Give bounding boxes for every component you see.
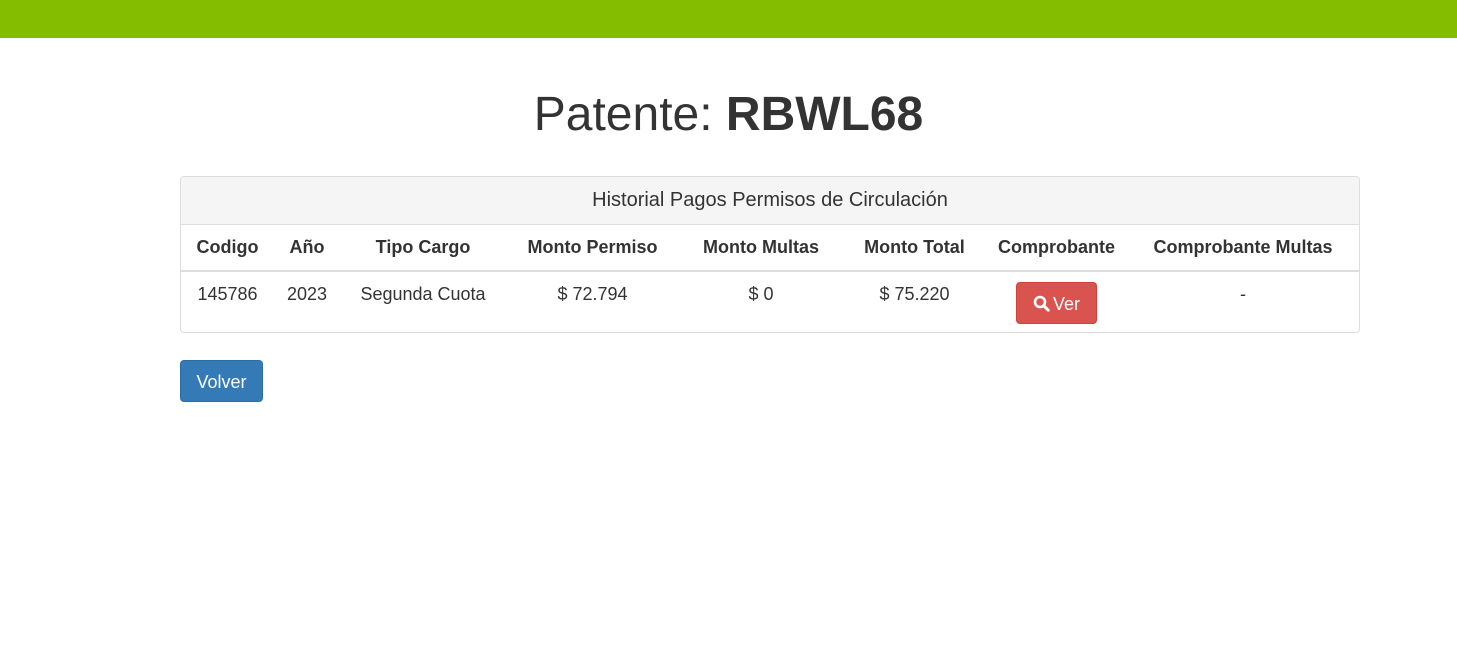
cell-tipo-cargo: Segunda Cuota: [360, 284, 486, 304]
page-title: Patente: RBWL68: [0, 84, 1457, 146]
table-row: 145786 2023 Segunda Cuota $ 72.794 $ 0 $…: [181, 271, 1359, 332]
cell-codigo: 145786: [197, 284, 258, 304]
column-header-comprobante-multas: Comprobante Multas: [1127, 225, 1359, 272]
ver-comprobante-button[interactable]: Ver: [1016, 282, 1097, 324]
column-header-monto-total: Monto Total: [843, 225, 986, 272]
column-header-anio: Año: [274, 225, 340, 272]
column-header-codigo: Codigo: [181, 225, 274, 272]
panel-heading: Historial Pagos Permisos de Circulación: [181, 177, 1359, 225]
column-header-monto-permiso: Monto Permiso: [506, 225, 679, 272]
column-header-comprobante: Comprobante: [986, 225, 1127, 272]
top-header-bar: [0, 0, 1457, 38]
payment-history-table: Codigo Año Tipo Cargo Monto Permiso Mont…: [181, 225, 1359, 332]
payment-history-panel: Historial Pagos Permisos de Circulación …: [180, 176, 1360, 333]
column-header-monto-multas: Monto Multas: [679, 225, 843, 272]
table-header-row: Codigo Año Tipo Cargo Monto Permiso Mont…: [181, 225, 1359, 272]
column-header-tipo-cargo: Tipo Cargo: [340, 225, 506, 272]
title-label: Patente:: [533, 88, 713, 141]
cell-comprobante: Ver: [986, 271, 1127, 332]
license-plate: RBWL68: [725, 88, 924, 141]
ver-button-label: Ver: [1052, 294, 1081, 314]
cell-monto-total: $ 75.220: [879, 284, 950, 304]
search-icon: [1033, 295, 1050, 312]
volver-button[interactable]: Volver: [180, 360, 263, 402]
cell-anio: 2023: [286, 284, 328, 304]
cell-monto-permiso: $ 72.794: [557, 284, 628, 304]
cell-comprobante-multas: -: [1240, 284, 1246, 304]
cell-monto-multas: $ 0: [748, 284, 774, 304]
